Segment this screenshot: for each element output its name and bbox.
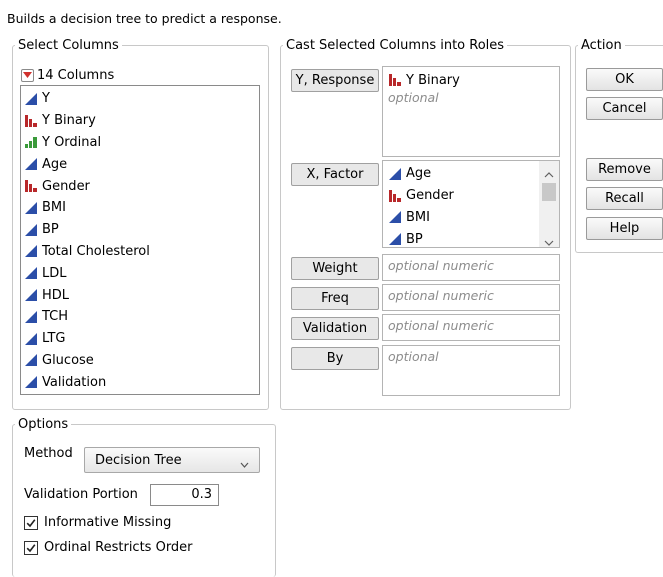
- by-box[interactable]: optional: [382, 345, 560, 396]
- ok-button[interactable]: OK: [586, 68, 663, 91]
- chevron-down-icon: [240, 457, 249, 472]
- column-list-item-label: Age: [42, 156, 68, 172]
- recall-button[interactable]: Recall: [586, 187, 663, 210]
- nominal-column-icon: [388, 189, 402, 203]
- ordinal-restricts-order-checkbox[interactable]: Ordinal Restricts Order: [24, 540, 193, 555]
- by-button[interactable]: By: [291, 347, 379, 370]
- column-list-item-label: TCH: [42, 309, 69, 325]
- continuous-column-icon: [24, 266, 38, 280]
- cancel-button[interactable]: Cancel: [586, 97, 663, 120]
- x-factor-item-label: Gender: [406, 188, 454, 204]
- columns-listbox[interactable]: Y Y Binary Y Ordinal Age Gender BMI BP Total Ch…: [20, 85, 260, 395]
- select-columns-legend: Select Columns: [18, 38, 119, 53]
- scroll-thumb[interactable]: [542, 183, 556, 201]
- nominal-column-icon: [388, 73, 402, 87]
- x-factor-box[interactable]: Age Gender BMI BP: [382, 160, 560, 248]
- continuous-column-icon: [388, 167, 402, 181]
- y-response-button[interactable]: Y, Response: [291, 69, 379, 92]
- continuous-column-icon: [24, 332, 38, 346]
- column-list-item-label: Gender: [42, 178, 90, 194]
- method-label: Method: [24, 446, 73, 461]
- weight-box[interactable]: optional numeric: [382, 254, 560, 281]
- continuous-column-icon: [388, 210, 402, 224]
- y-response-box[interactable]: Y Binary optional: [382, 66, 560, 157]
- column-list-item[interactable]: Age: [21, 153, 259, 175]
- column-list-item-label: HDL: [42, 287, 70, 303]
- columns-menu-toggle[interactable]: 14 Columns: [21, 68, 114, 83]
- column-list-item[interactable]: TCH: [21, 306, 259, 328]
- column-list-item[interactable]: Validation: [21, 371, 259, 393]
- column-list-item-label: LTG: [42, 331, 66, 347]
- freq-button[interactable]: Freq: [291, 287, 379, 310]
- nominal-column-icon: [24, 179, 38, 193]
- x-factor-item-label: BMI: [406, 209, 430, 225]
- freq-box[interactable]: optional numeric: [382, 284, 560, 311]
- help-button[interactable]: Help: [586, 217, 663, 240]
- continuous-column-icon: [24, 223, 38, 237]
- column-list-item[interactable]: Y: [21, 88, 259, 110]
- column-list-item-label: BP: [42, 222, 59, 238]
- column-list-item-label: Glucose: [42, 352, 94, 368]
- column-list-item-label: BMI: [42, 200, 66, 216]
- continuous-column-icon: [24, 157, 38, 171]
- y-response-item[interactable]: Y Binary: [388, 70, 554, 90]
- column-list-item[interactable]: Glucose: [21, 350, 259, 372]
- checkmark-icon[interactable]: [24, 515, 38, 530]
- continuous-column-icon: [24, 375, 38, 389]
- validation-portion-label: Validation Portion: [24, 487, 138, 502]
- column-list-item-label: Y Binary: [42, 113, 96, 129]
- x-factor-item-label: Age: [406, 166, 432, 182]
- column-list-item[interactable]: Y Ordinal: [21, 132, 259, 154]
- x-factor-item[interactable]: BP: [385, 228, 559, 247]
- x-factor-item[interactable]: Gender: [385, 185, 559, 207]
- column-list-item-label: LDL: [42, 265, 67, 281]
- x-factor-item[interactable]: Age: [385, 163, 559, 185]
- column-list-item[interactable]: BMI: [21, 197, 259, 219]
- ordinal-column-icon: [24, 135, 38, 149]
- column-list-item-label: Validation: [42, 374, 107, 390]
- continuous-column-icon: [24, 244, 38, 258]
- continuous-column-icon: [24, 201, 38, 215]
- continuous-column-icon: [24, 353, 38, 367]
- weight-button[interactable]: Weight: [291, 257, 379, 280]
- dialog-description: Builds a decision tree to predict a resp…: [7, 11, 282, 26]
- x-factor-scrollbar[interactable]: [539, 161, 559, 247]
- column-list-item[interactable]: Y Binary: [21, 110, 259, 132]
- nominal-column-icon: [24, 114, 38, 128]
- validation-box[interactable]: optional numeric: [382, 314, 560, 341]
- column-list-item-label: Total Cholesterol: [42, 243, 150, 259]
- x-factor-item[interactable]: BMI: [385, 207, 559, 229]
- scroll-down-icon[interactable]: [544, 235, 554, 247]
- x-factor-button[interactable]: X, Factor: [291, 163, 379, 186]
- scroll-up-icon[interactable]: [544, 167, 554, 182]
- method-select[interactable]: Decision Tree: [84, 447, 260, 473]
- column-list-item-label: Y Ordinal: [42, 134, 102, 150]
- red-triangle-menu-icon[interactable]: [21, 69, 34, 82]
- column-list-item[interactable]: Total Cholesterol: [21, 241, 259, 263]
- column-list-item[interactable]: LTG: [21, 328, 259, 350]
- y-response-placeholder: optional: [388, 90, 439, 105]
- column-list-item[interactable]: HDL: [21, 284, 259, 306]
- validation-portion-input[interactable]: 0.3: [150, 484, 219, 506]
- cast-roles-legend: Cast Selected Columns into Roles: [286, 38, 505, 53]
- column-list-item[interactable]: BP: [21, 219, 259, 241]
- continuous-column-icon: [24, 310, 38, 324]
- options-legend: Options: [18, 417, 69, 432]
- action-legend: Action: [581, 38, 622, 53]
- column-list-item-label: Y: [42, 91, 50, 107]
- columns-count-label: 14 Columns: [37, 68, 115, 83]
- column-list-item[interactable]: Gender: [21, 175, 259, 197]
- remove-button[interactable]: Remove: [586, 158, 663, 181]
- checkmark-icon[interactable]: [24, 540, 38, 555]
- method-select-value: Decision Tree: [95, 452, 182, 468]
- continuous-column-icon: [388, 232, 402, 246]
- continuous-column-icon: [24, 92, 38, 106]
- validation-button[interactable]: Validation: [291, 317, 379, 340]
- x-factor-item-label: BP: [406, 231, 423, 247]
- informative-missing-checkbox[interactable]: Informative Missing: [24, 515, 171, 530]
- column-list-item[interactable]: LDL: [21, 262, 259, 284]
- continuous-column-icon: [24, 288, 38, 302]
